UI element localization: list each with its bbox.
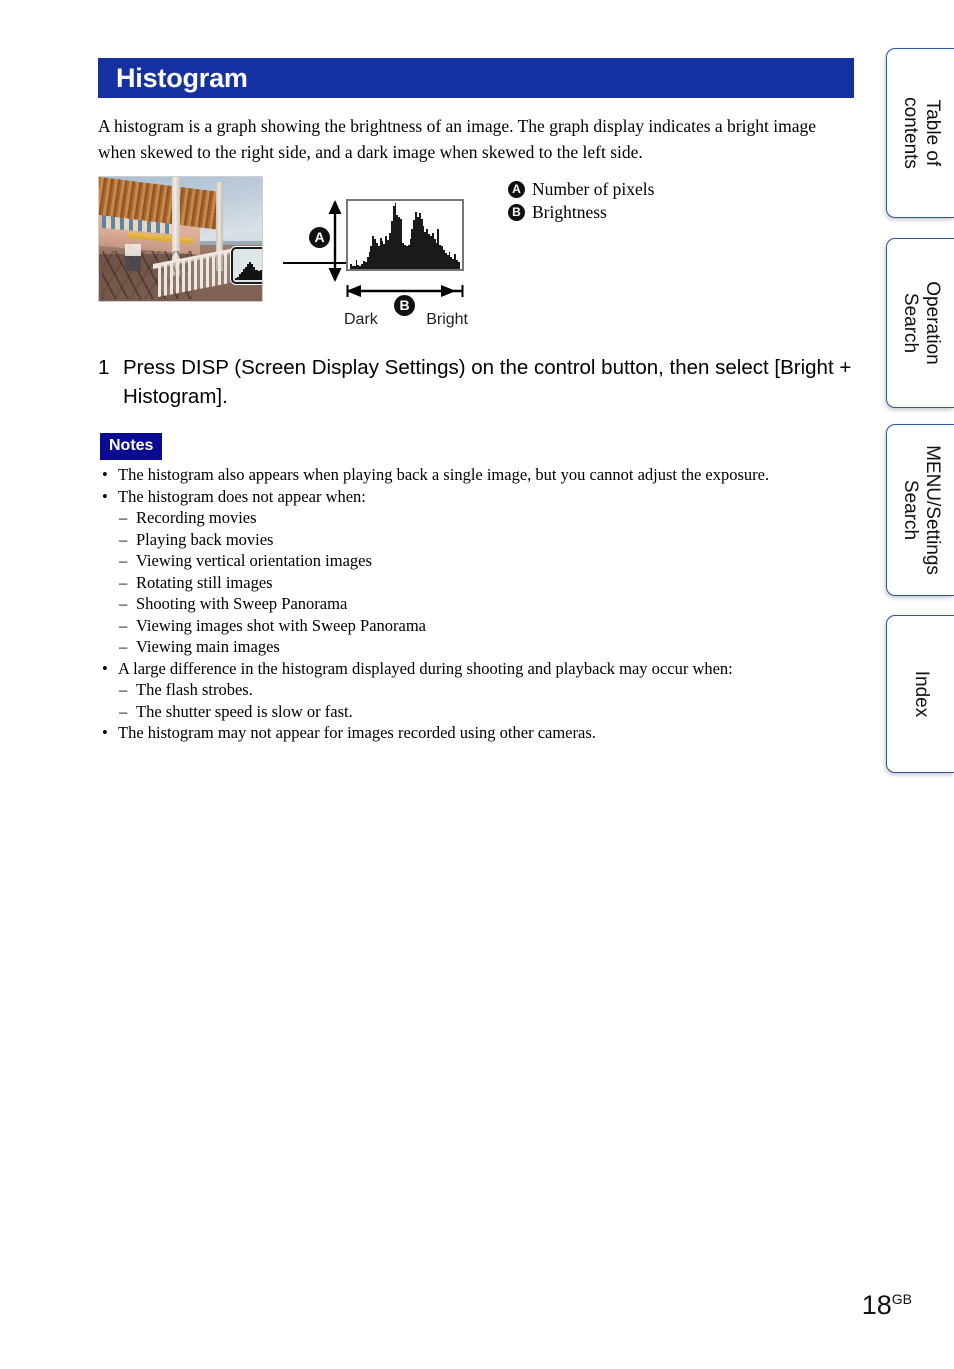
step-number: 1 xyxy=(98,356,110,379)
note-sub-item: – Playing back movies xyxy=(98,529,858,551)
sidebar-tab-label: Table of contents xyxy=(899,97,943,169)
note-item: • A large difference in the histogram dis… xyxy=(98,658,858,680)
histogram-bar xyxy=(457,262,460,269)
note-sub-item: – The shutter speed is slow or fast. xyxy=(98,701,858,723)
page-title: Histogram xyxy=(116,63,248,93)
note-sub-item: – Viewing vertical orientation images xyxy=(98,550,858,572)
note-sub-marker: – xyxy=(119,637,128,656)
note-text: The histogram does not appear when: xyxy=(118,486,366,506)
histogram-axis-labels: Dark Bright xyxy=(344,311,468,329)
intro-paragraph: A histogram is a graph showing the brigh… xyxy=(98,116,816,162)
note-item: • The histogram may not appear for images… xyxy=(98,722,858,744)
note-item: • The histogram also appears when playing… xyxy=(98,464,858,486)
notes-heading: Notes xyxy=(100,433,163,460)
sidebar-tab-menu-settings-search[interactable]: MENU/Settings Search xyxy=(886,424,954,596)
histogram-bars xyxy=(350,203,460,269)
sidebar-tab-index[interactable]: Index xyxy=(886,615,954,773)
overlay-histogram-bars xyxy=(235,262,262,280)
note-sub-marker: – xyxy=(119,572,128,592)
legend-badge-b: B xyxy=(508,204,525,221)
sidebar-tab-operation-search[interactable]: Operation Search xyxy=(886,238,954,408)
note-sub-item: – Viewing main images xyxy=(98,636,858,658)
note-sub-text: Shooting with Sweep Panorama xyxy=(136,594,348,613)
note-sub-marker: – xyxy=(119,701,128,721)
document-page: Histogram A histogram is a graph showing… xyxy=(0,0,954,1369)
note-sub-marker: – xyxy=(119,551,128,570)
page-number: 18GB xyxy=(862,1290,912,1321)
note-sub-marker: – xyxy=(119,680,128,699)
note-text: The histogram also appears when playing … xyxy=(118,465,770,484)
notes-list: • The histogram also appears when playing… xyxy=(98,464,858,744)
note-text: A large difference in the histogram disp… xyxy=(118,658,733,678)
legend-item-b: B Brightness xyxy=(508,201,698,224)
note-sub-marker: – xyxy=(119,508,128,527)
note-sub-text: Viewing vertical orientation images xyxy=(136,551,372,570)
note-sub-item: – Shooting with Sweep Panorama xyxy=(98,593,858,615)
photo-people xyxy=(125,243,142,272)
note-sub-text: Viewing images shot with Sweep Panorama xyxy=(136,615,426,635)
sidebar-tab-table-of-contents[interactable]: Table of contents xyxy=(886,48,954,218)
axis-label-bright: Bright xyxy=(426,311,468,328)
legend-item-a: A Number of pixels xyxy=(508,178,698,201)
note-sub-marker: – xyxy=(119,615,128,635)
legend-badge-a: A xyxy=(508,181,525,198)
note-bullet-marker: • xyxy=(102,465,108,484)
note-sub-item: – Rotating still images xyxy=(98,572,858,594)
note-sub-text: The shutter speed is slow or fast. xyxy=(136,701,353,721)
axis-label-dark: Dark xyxy=(344,311,378,328)
note-sub-item: – Viewing images shot with Sweep Panorama xyxy=(98,615,858,637)
badge-a-glyph: A xyxy=(309,227,330,248)
legend-label-a: Number of pixels xyxy=(532,179,655,199)
page-title-banner: Histogram xyxy=(98,58,854,98)
note-sub-item: – Recording movies xyxy=(98,507,858,529)
histogram-figure: A B Dark Bright A Number of pixels B Bri… xyxy=(98,173,698,338)
figure-legend: A Number of pixels B Brightness xyxy=(508,178,698,224)
note-sub-text: Recording movies xyxy=(136,508,257,527)
note-sub-item: – The flash strobes. xyxy=(98,679,858,701)
legend-label-b: Brightness xyxy=(532,202,607,222)
step-text: Press DISP (Screen Display Settings) on … xyxy=(123,356,852,408)
note-bullet-marker: • xyxy=(102,486,108,506)
sample-photo xyxy=(98,176,263,302)
sidebar-tab-label: Index xyxy=(910,670,932,718)
note-sub-marker: – xyxy=(119,594,128,613)
note-sub-text: Rotating still images xyxy=(136,572,273,592)
sidebar-tab-label: Operation Search xyxy=(899,281,943,365)
procedure-step: 1 Press DISP (Screen Display Settings) o… xyxy=(98,353,854,411)
note-bullet-marker: • xyxy=(102,658,108,678)
note-text: The histogram may not appear for images … xyxy=(118,723,596,742)
sidebar-tabs: Table of contents Operation Search MENU/Se… xyxy=(882,0,954,1369)
note-sub-text: Playing back movies xyxy=(136,529,274,549)
note-bullet-marker: • xyxy=(102,723,108,742)
note-sub-text: The flash strobes. xyxy=(136,680,253,699)
note-sub-marker: – xyxy=(119,529,128,549)
note-item: • The histogram does not appear when: xyxy=(98,486,858,508)
note-sub-text: Viewing main images xyxy=(136,637,280,656)
page-number-suffix: GB xyxy=(891,1291,912,1307)
overlay-histogram-bar xyxy=(261,267,262,280)
sidebar-tab-label: MENU/Settings Search xyxy=(899,445,943,575)
histogram-graph xyxy=(346,199,464,271)
badge-a-axis: A xyxy=(309,227,330,248)
photo-histogram-overlay xyxy=(231,247,262,284)
page-number-value: 18 xyxy=(861,1290,892,1320)
